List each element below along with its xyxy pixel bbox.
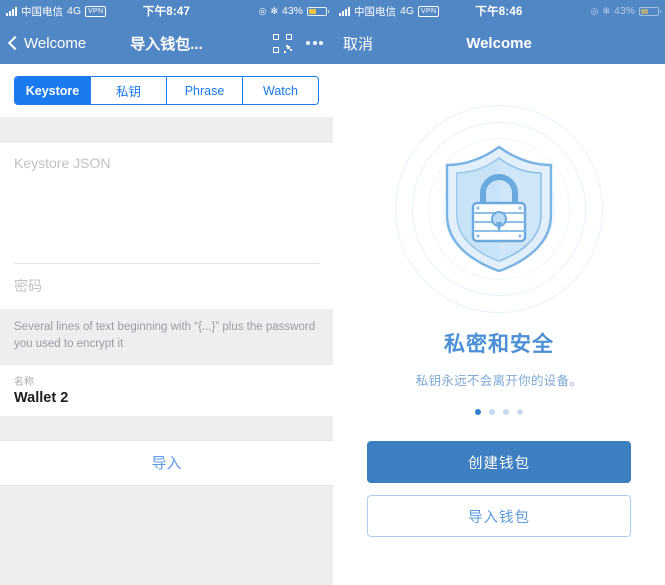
carrier-label: 中国电信	[21, 5, 63, 18]
import-submit-button[interactable]: 导入	[0, 439, 333, 486]
segmented-control: Keystore 私钥 Phrase Watch	[14, 76, 319, 105]
welcome-actions: 创建钱包 导入钱包	[367, 441, 631, 537]
welcome-body: 私密和安全 私钥永远不会离开你的设备。 创建钱包 导入钱包	[333, 64, 665, 585]
signal-strength-icon	[6, 6, 17, 16]
keystore-hint-text: Several lines of text beginning with “{.…	[0, 309, 333, 365]
import-wallet-screen: 中国电信 4G VPN 下午8:47 ◎ ✻ 43% Welcome 导入钱包.…	[0, 0, 333, 585]
bottom-filler	[0, 485, 333, 585]
keystore-json-input[interactable]: Keystore JSON	[0, 143, 333, 263]
status-bar-clock: 下午8:46	[475, 6, 523, 18]
wallet-name-field[interactable]: 名称 Wallet 2	[0, 364, 333, 416]
welcome-title: 私密和安全	[444, 333, 554, 356]
tab-phrase[interactable]: Phrase	[167, 77, 243, 104]
signal-strength-icon	[339, 6, 350, 16]
keystore-json-placeholder: Keystore JSON	[14, 155, 111, 171]
carrier-label: 中国电信	[354, 5, 396, 18]
page-dot-1[interactable]	[475, 409, 481, 415]
page-dot-3[interactable]	[503, 409, 509, 415]
page-title: Welcome	[466, 34, 532, 52]
wallet-name-label: 名称	[14, 376, 34, 388]
welcome-screen: 中国电信 4G VPN 下午8:46 ◎ ✻ 43% 取消 Welcome 私密…	[333, 0, 665, 585]
password-input[interactable]: 密码	[0, 264, 333, 309]
keystore-card: Keystore JSON 密码	[0, 143, 333, 309]
back-button[interactable]: Welcome	[7, 34, 87, 52]
create-wallet-button[interactable]: 创建钱包	[367, 441, 631, 483]
section-spacer-mid	[0, 415, 333, 440]
import-wallet-button[interactable]: 导入钱包	[367, 495, 631, 537]
network-type-label: 4G	[67, 5, 82, 17]
wallet-name-value: Wallet 2	[14, 389, 69, 406]
status-bar-left-group: 中国电信 4G VPN	[6, 4, 143, 19]
tab-private-key[interactable]: 私钥	[91, 77, 167, 104]
shield-lock-icon	[445, 145, 553, 273]
location-icon: ◎	[590, 5, 599, 16]
bluetooth-icon: ✻	[270, 5, 278, 16]
back-button-label: Welcome	[24, 34, 87, 52]
status-bar-left: 中国电信 4G VPN 下午8:47 ◎ ✻ 43%	[0, 0, 333, 22]
bluetooth-icon: ✻	[602, 5, 610, 16]
nav-bar-right: 取消 Welcome	[333, 22, 665, 64]
battery-percent-label: 43%	[281, 5, 303, 17]
chevron-left-icon	[7, 35, 23, 51]
import-method-tabs: Keystore 私钥 Phrase Watch	[0, 64, 333, 117]
more-dots-icon[interactable]	[306, 41, 323, 45]
status-bar-right: 中国电信 4G VPN 下午8:46 ◎ ✻ 43%	[333, 0, 665, 22]
status-bar-left-group: 中国电信 4G VPN	[339, 4, 475, 19]
battery-icon	[307, 6, 329, 16]
tab-keystore[interactable]: Keystore	[15, 77, 91, 104]
password-placeholder: 密码	[14, 278, 42, 294]
nav-bar-left: Welcome 导入钱包...	[0, 22, 333, 64]
status-bar-clock: 下午8:47	[142, 6, 191, 18]
battery-percent-label: 43%	[613, 5, 635, 17]
network-type-label: 4G	[400, 5, 415, 17]
vpn-badge: VPN	[85, 5, 107, 17]
section-spacer-top	[0, 117, 333, 143]
status-bar-right-group: ◎ ✻ 43%	[190, 5, 329, 17]
qr-scan-icon[interactable]	[273, 33, 292, 53]
page-dot-2[interactable]	[489, 409, 495, 415]
dual-screenshot-container: 中国电信 4G VPN 下午8:47 ◎ ✻ 43% Welcome 导入钱包.…	[0, 0, 665, 585]
import-form-body: Keystore 私钥 Phrase Watch Keystore JSON 密…	[0, 64, 333, 585]
location-icon: ◎	[258, 5, 267, 16]
page-dot-4[interactable]	[517, 409, 523, 415]
nav-actions	[273, 33, 323, 53]
tab-watch[interactable]: Watch	[243, 77, 318, 104]
shield-lock-illustration	[394, 104, 604, 314]
status-bar-right-group: ◎ ✻ 43%	[523, 5, 661, 17]
welcome-subtitle: 私钥永远不会离开你的设备。	[415, 374, 583, 388]
vpn-badge: VPN	[418, 5, 440, 17]
battery-icon	[639, 6, 661, 16]
page-indicator	[475, 409, 523, 415]
cancel-button[interactable]: 取消	[343, 33, 373, 54]
